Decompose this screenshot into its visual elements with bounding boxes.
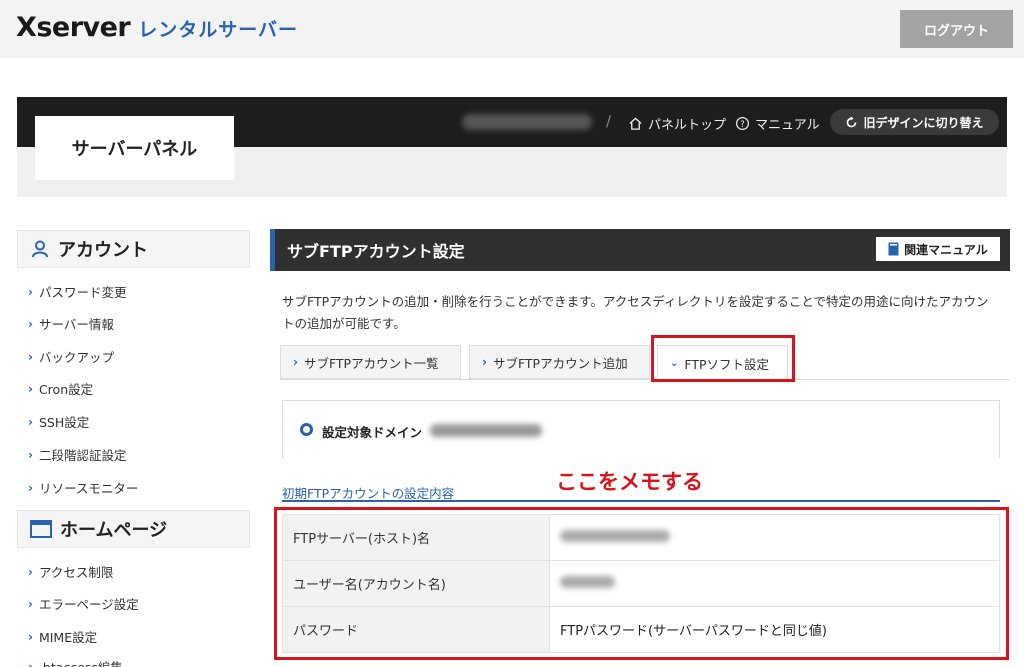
chevron-right-icon: › xyxy=(28,629,33,644)
tab-sub-ftp-add[interactable]: › サブFTPアカウント追加 xyxy=(469,345,650,379)
chevron-right-icon: › xyxy=(482,355,487,369)
sidebar-item-label: アクセス制限 xyxy=(38,565,114,580)
home-icon xyxy=(629,117,642,130)
chevron-right-icon: › xyxy=(28,480,33,495)
sidebar-item-label: Cron設定 xyxy=(38,382,94,397)
window-icon xyxy=(30,520,52,538)
sidebar-item-htaccess[interactable]: › .htaccess編集 xyxy=(28,657,123,667)
question-circle-icon: ? xyxy=(735,116,750,131)
logo-main-text: Xserver xyxy=(16,12,131,43)
sidebar-item-two-factor[interactable]: › 二段階認証設定 xyxy=(28,445,126,464)
table-highlight-box xyxy=(274,507,1009,660)
switch-design-label: 旧デザインに切り替え xyxy=(863,115,984,130)
chevron-right-icon: › xyxy=(28,316,33,331)
manual-link[interactable]: ? マニュアル xyxy=(735,114,820,133)
sidebar-item-label: バックアップ xyxy=(38,350,114,365)
sidebar-section-title: ホームページ xyxy=(60,520,168,541)
section-underline xyxy=(282,500,1000,502)
domain-label: 設定対象ドメイン xyxy=(322,425,423,440)
chevron-right-icon: › xyxy=(293,355,298,369)
chevron-right-icon: › xyxy=(28,659,33,667)
related-manual-button[interactable]: 関連マニュアル xyxy=(876,237,1000,261)
tabs-divider xyxy=(280,379,1010,380)
blurred-account-name xyxy=(462,114,592,130)
chevron-right-icon: › xyxy=(28,381,33,396)
sidebar-item-label: パスワード変更 xyxy=(38,285,127,300)
refresh-icon xyxy=(847,115,857,127)
chevron-right-icon: › xyxy=(28,414,33,429)
logo-sub-text: レンタルサーバー xyxy=(138,19,299,41)
switch-design-button[interactable]: 旧デザインに切り替え xyxy=(830,109,999,135)
chevron-right-icon: › xyxy=(28,596,33,611)
tab-label: サブFTPアカウント一覧 xyxy=(303,355,439,371)
annotation-text: ここをメモする xyxy=(556,470,703,494)
sidebar-item-error-page[interactable]: › エラーページ設定 xyxy=(28,594,139,613)
sidebar-item-label: MIME設定 xyxy=(38,630,98,645)
chevron-right-icon: › xyxy=(28,284,33,299)
page-title-text: サブFTPアカウント設定 xyxy=(287,242,465,261)
blurred-domain-value xyxy=(430,424,542,437)
sidebar-item-ssh[interactable]: › SSH設定 xyxy=(28,412,89,431)
panel-top-link[interactable]: パネルトップ xyxy=(628,114,726,133)
domain-radio[interactable] xyxy=(300,423,313,436)
panel-title: サーバーパネル xyxy=(35,116,234,180)
sidebar-item-cron[interactable]: › Cron設定 xyxy=(28,379,93,398)
sidebar-section-account: アカウント xyxy=(17,230,250,268)
sidebar-section-title: アカウント xyxy=(58,240,148,261)
book-icon xyxy=(888,242,899,256)
chevron-right-icon: › xyxy=(28,447,33,462)
logout-button[interactable]: ログアウト xyxy=(900,10,1013,48)
sidebar-item-label: リソースモニター xyxy=(38,481,139,496)
chevron-right-icon: › xyxy=(28,349,33,364)
tab-highlight-box xyxy=(651,335,795,382)
sidebar-item-access-restriction[interactable]: › アクセス制限 xyxy=(28,562,113,581)
panel-top-label: パネルトップ xyxy=(648,118,727,133)
sidebar-section-homepage: ホームページ xyxy=(17,510,250,548)
sidebar-item-mime[interactable]: › MIME設定 xyxy=(28,627,97,646)
sidebar-item-label: エラーページ設定 xyxy=(38,597,139,612)
sidebar-item-backup[interactable]: › バックアップ xyxy=(28,347,114,366)
chevron-right-icon: › xyxy=(28,564,33,579)
sidebar-item-label: SSH設定 xyxy=(38,415,90,430)
sidebar-item-label: サーバー情報 xyxy=(38,317,114,332)
tab-sub-ftp-list[interactable]: › サブFTPアカウント一覧 xyxy=(280,345,461,379)
sidebar-item-label: .htaccess編集 xyxy=(39,657,123,667)
manual-label: マニュアル xyxy=(755,118,820,133)
tab-label: サブFTPアカウント追加 xyxy=(492,355,628,371)
user-icon xyxy=(32,240,48,258)
sidebar-item-password[interactable]: › パスワード変更 xyxy=(28,282,126,301)
related-manual-label: 関連マニュアル xyxy=(904,242,988,257)
svg-text:?: ? xyxy=(740,119,744,129)
page-description: サブFTPアカウントの追加・削除を行うことができます。アクセスディレクトリを設定… xyxy=(282,294,989,331)
sidebar-item-server-info[interactable]: › サーバー情報 xyxy=(28,314,114,333)
sidebar-item-label: 二段階認証設定 xyxy=(38,448,127,463)
xserver-logo[interactable]: Xserver レンタルサーバー xyxy=(16,12,298,46)
nav-separator: / xyxy=(606,112,612,130)
sidebar-item-resource-monitor[interactable]: › リソースモニター xyxy=(28,478,138,497)
